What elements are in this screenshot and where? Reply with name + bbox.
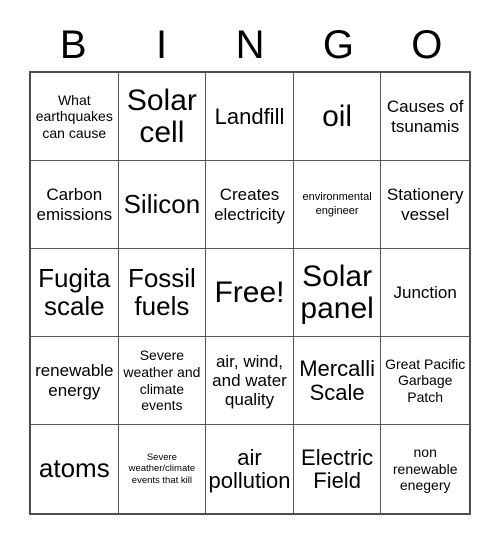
bingo-cell-label: Fugita scale <box>38 262 111 321</box>
bingo-cell-label: Electric Field <box>301 444 374 493</box>
bingo-cell-label: Great Pacific Garbage Patch <box>385 355 466 405</box>
bingo-header-letter-i: I <box>156 23 168 67</box>
bingo-card: B I N G O What earthquakes can cause Solar ce… <box>0 0 500 544</box>
bingo-cell-r5c3[interactable]: air pollution <box>206 425 294 513</box>
bingo-cell-label: non renewable enegery <box>392 444 458 494</box>
bingo-cell-r3c4[interactable]: Solar panel <box>293 249 382 337</box>
bingo-cell-r5c1[interactable]: atoms <box>31 425 119 513</box>
bingo-cell-label: Silicon <box>123 188 201 219</box>
bingo-cell-r2c3[interactable]: Creates electricity <box>206 161 294 249</box>
bingo-cell-label: environmental engineer <box>302 191 372 217</box>
bingo-cell-r4c1[interactable]: renewable energy <box>31 337 119 425</box>
bingo-cell-r4c4[interactable]: Mercalli Scale <box>293 337 382 425</box>
bingo-cell-r3c1[interactable]: Fugita scale <box>31 249 119 337</box>
bingo-cell-label: air, wind, and water quality <box>212 351 287 410</box>
bingo-cell-r4c3[interactable]: air, wind, and water quality <box>206 337 294 425</box>
bingo-cell-label: Fossil fuels <box>127 262 196 321</box>
bingo-cell-r1c5[interactable]: Causes of tsunamis <box>381 73 469 161</box>
bingo-cell-label: Creates electricity <box>214 185 285 224</box>
bingo-cell-r4c2[interactable]: Severe weather and climate events <box>118 337 207 425</box>
bingo-cell-label: Solar cell <box>126 83 197 149</box>
bingo-cell-r1c2[interactable]: Solar cell <box>118 73 207 161</box>
bingo-cell-r5c2[interactable]: Severe weather/climate events that kill <box>118 425 207 513</box>
bingo-header-letter-o: O <box>411 23 443 67</box>
bingo-cell-r5c5[interactable]: non renewable enegery <box>381 425 469 513</box>
bingo-header-letter-g: G <box>322 23 354 67</box>
bingo-cell-label: Severe weather and climate events <box>123 347 201 414</box>
bingo-cell-label: Carbon emissions <box>36 185 113 224</box>
bingo-header-letter-b: B <box>59 23 87 67</box>
bingo-cell-label: Severe weather/climate events that kill <box>128 451 196 486</box>
bingo-cell-label: Landfill <box>214 103 285 129</box>
bingo-cell-r3c2[interactable]: Fossil fuels <box>118 249 207 337</box>
bingo-cell-label: atoms <box>38 453 110 484</box>
bingo-cell-r1c3[interactable]: Landfill <box>206 73 294 161</box>
bingo-cell-r1c1[interactable]: What earthquakes can cause <box>31 73 119 161</box>
bingo-cell-label: renewable energy <box>35 361 114 400</box>
bingo-cell-r3c5[interactable]: Junction <box>381 249 469 337</box>
bingo-cell-r5c4[interactable]: Electric Field <box>293 425 382 513</box>
bingo-grid: What earthquakes can cause Solar cell Land… <box>29 71 471 515</box>
bingo-cell-label: What earthquakes can cause <box>35 91 113 141</box>
bingo-cell-r4c5[interactable]: Great Pacific Garbage Patch <box>381 337 469 425</box>
bingo-cell-r2c2[interactable]: Silicon <box>118 161 207 249</box>
bingo-cell-r3c3[interactable]: Free! <box>206 249 294 337</box>
bingo-cell-label: Mercalli Scale <box>299 356 375 405</box>
bingo-cell-label: oil <box>322 99 353 133</box>
bingo-cell-label: Free! <box>214 275 285 309</box>
bingo-header: BINGO <box>29 19 471 71</box>
bingo-cell-label: Causes of tsunamis <box>386 97 464 136</box>
bingo-cell-label: Junction <box>393 282 457 302</box>
bingo-cell-label: air pollution <box>208 444 291 493</box>
bingo-cell-r2c4[interactable]: environmental engineer <box>293 161 382 249</box>
bingo-cell-r1c4[interactable]: oil <box>293 73 382 161</box>
bingo-cell-r2c5[interactable]: Stationery vessel <box>381 161 469 249</box>
bingo-cell-label: Solar panel <box>300 259 374 325</box>
bingo-cell-r2c1[interactable]: Carbon emissions <box>31 161 119 249</box>
bingo-cell-label: Stationery vessel <box>386 185 464 224</box>
bingo-header-letter-n: N <box>235 23 265 67</box>
